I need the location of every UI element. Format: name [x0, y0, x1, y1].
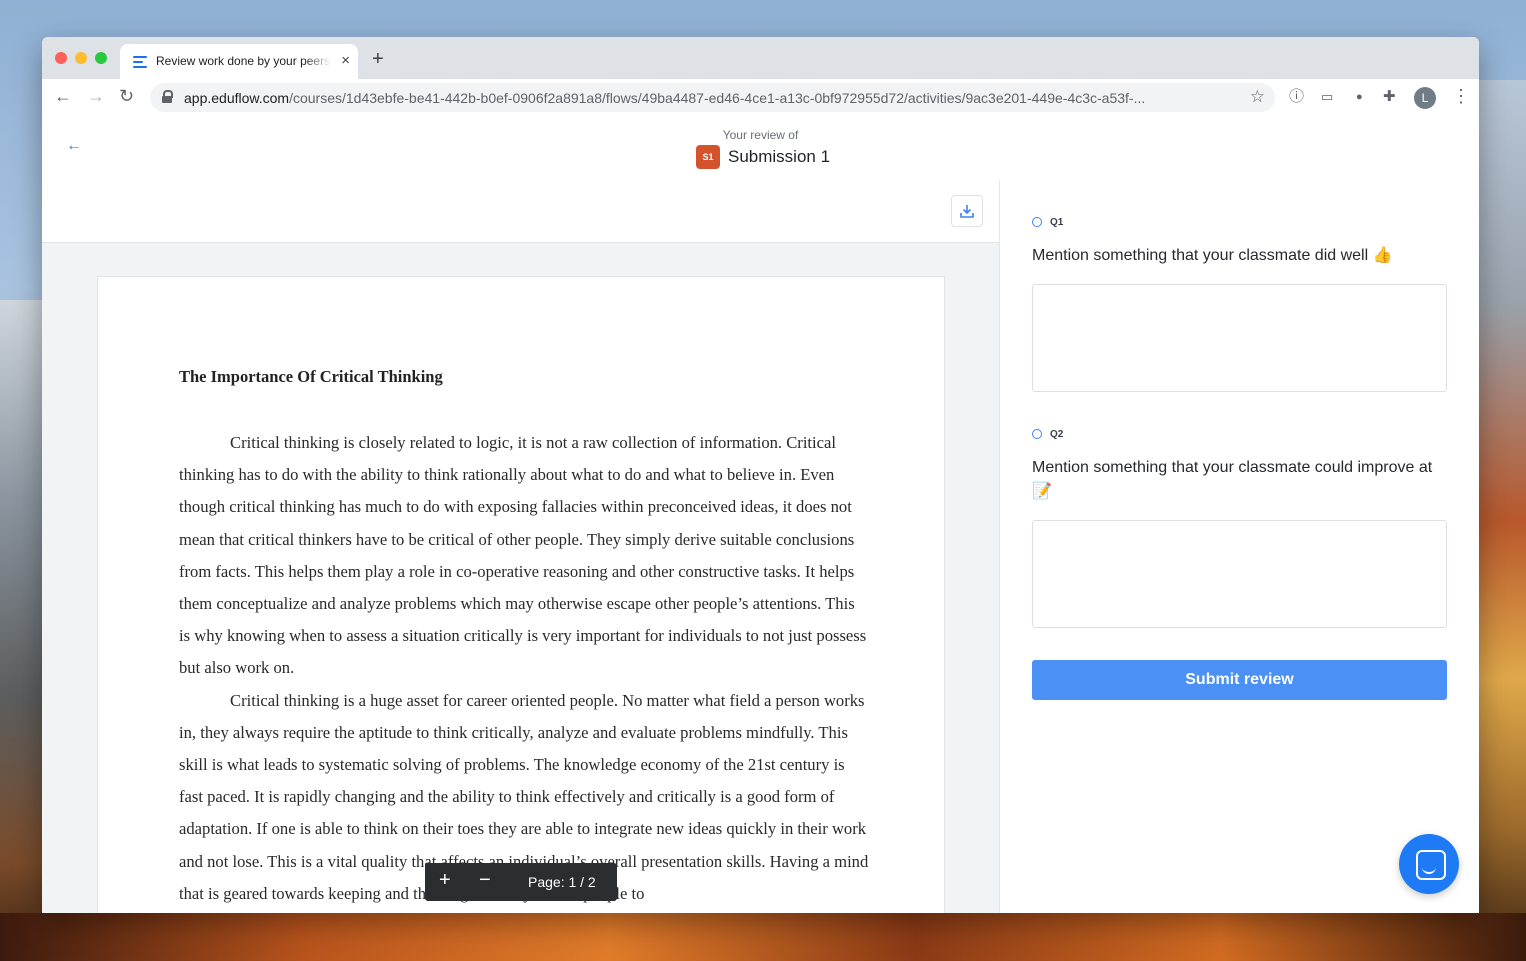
extension-card-icon[interactable]: ▭ [1321, 89, 1333, 105]
desktop-wallpaper-right [1479, 80, 1526, 961]
document-page: The Importance Of Critical Thinking Crit… [97, 276, 945, 913]
extension-bug-icon[interactable]: ● [1356, 89, 1363, 105]
profile-avatar[interactable]: L [1414, 87, 1436, 109]
lock-icon [162, 90, 173, 103]
address-bar[interactable]: app.eduflow.com/courses/1d43ebfe-be41-44… [150, 83, 1275, 112]
forward-button[interactable]: → [87, 86, 105, 106]
bookmark-star-icon[interactable]: ☆ [1250, 87, 1265, 107]
q1-answer-field[interactable] [1032, 284, 1447, 392]
chat-icon [1416, 850, 1446, 880]
submission-name: Submission 1 [728, 147, 831, 166]
tab-active[interactable]: Review work done by your peers × [120, 44, 358, 79]
browser-window: Review work done by your peers × + ← → ↻… [42, 37, 1479, 913]
url-text[interactable]: app.eduflow.com/courses/1d43ebfe-be41-44… [184, 90, 1234, 106]
new-tab-button[interactable]: + [372, 49, 384, 69]
review-form: Q1 Mention something that your classmate… [1000, 180, 1479, 913]
download-button[interactable] [951, 195, 983, 227]
document-toolbar [42, 180, 999, 243]
page-indicator: Page: 1 / 2 [528, 874, 596, 890]
tab-close-icon[interactable]: × [341, 52, 350, 69]
essay-title: The Importance Of Critical Thinking [179, 367, 443, 386]
review-of-label: Your review of [722, 128, 799, 142]
q2-answer-field[interactable] [1032, 520, 1447, 628]
chat-launcher-button[interactable] [1399, 834, 1459, 894]
eduflow-favicon-icon [133, 56, 147, 68]
extension-info-icon[interactable]: ⓘ [1289, 89, 1304, 105]
desktop-wallpaper-left [0, 300, 42, 961]
tab-title: Review work done by your peers [156, 54, 331, 68]
browser-menu-icon[interactable]: ⋮ [1452, 86, 1470, 107]
minimize-window-button[interactable] [75, 52, 87, 64]
maximize-window-button[interactable] [95, 52, 107, 64]
submit-review-button[interactable]: Submit review [1032, 660, 1447, 700]
zoom-in-button[interactable]: + [439, 870, 451, 890]
close-window-button[interactable] [55, 52, 67, 64]
document-viewer: The Importance Of Critical Thinking Crit… [42, 180, 1000, 913]
reload-button[interactable]: ↻ [119, 86, 134, 106]
essay-paragraph: Critical thinking is closely related to … [179, 433, 867, 678]
download-icon [960, 205, 974, 218]
q1-prompt: Mention something that your classmate di… [1032, 247, 1393, 264]
essay-body: Critical thinking is closely related to … [179, 427, 869, 910]
zoom-out-button[interactable]: − [479, 870, 491, 890]
back-button[interactable]: ← [54, 86, 72, 106]
q2-label: Q2 [1032, 429, 1063, 440]
page-controls: + − Page: 1 / 2 [425, 863, 617, 901]
q1-status-icon [1032, 217, 1042, 227]
q2-prompt: Mention something that your classmate co… [1032, 459, 1433, 500]
desktop-wallpaper-bottom [0, 913, 1526, 961]
browser-toolbar: ← → ↻ app.eduflow.com/courses/1d43ebfe-b… [42, 79, 1479, 117]
page-header: ← Your review of S1 Submission 1 [42, 116, 1479, 181]
submission-badge: S1 [696, 145, 720, 169]
tab-bar: Review work done by your peers × + [42, 37, 1479, 79]
q1-label: Q1 [1032, 217, 1063, 228]
q2-status-icon [1032, 429, 1042, 439]
extensions-puzzle-icon[interactable]: ✚ [1383, 89, 1396, 105]
page-content: ← Your review of S1 Submission 1 The Imp… [42, 116, 1479, 913]
